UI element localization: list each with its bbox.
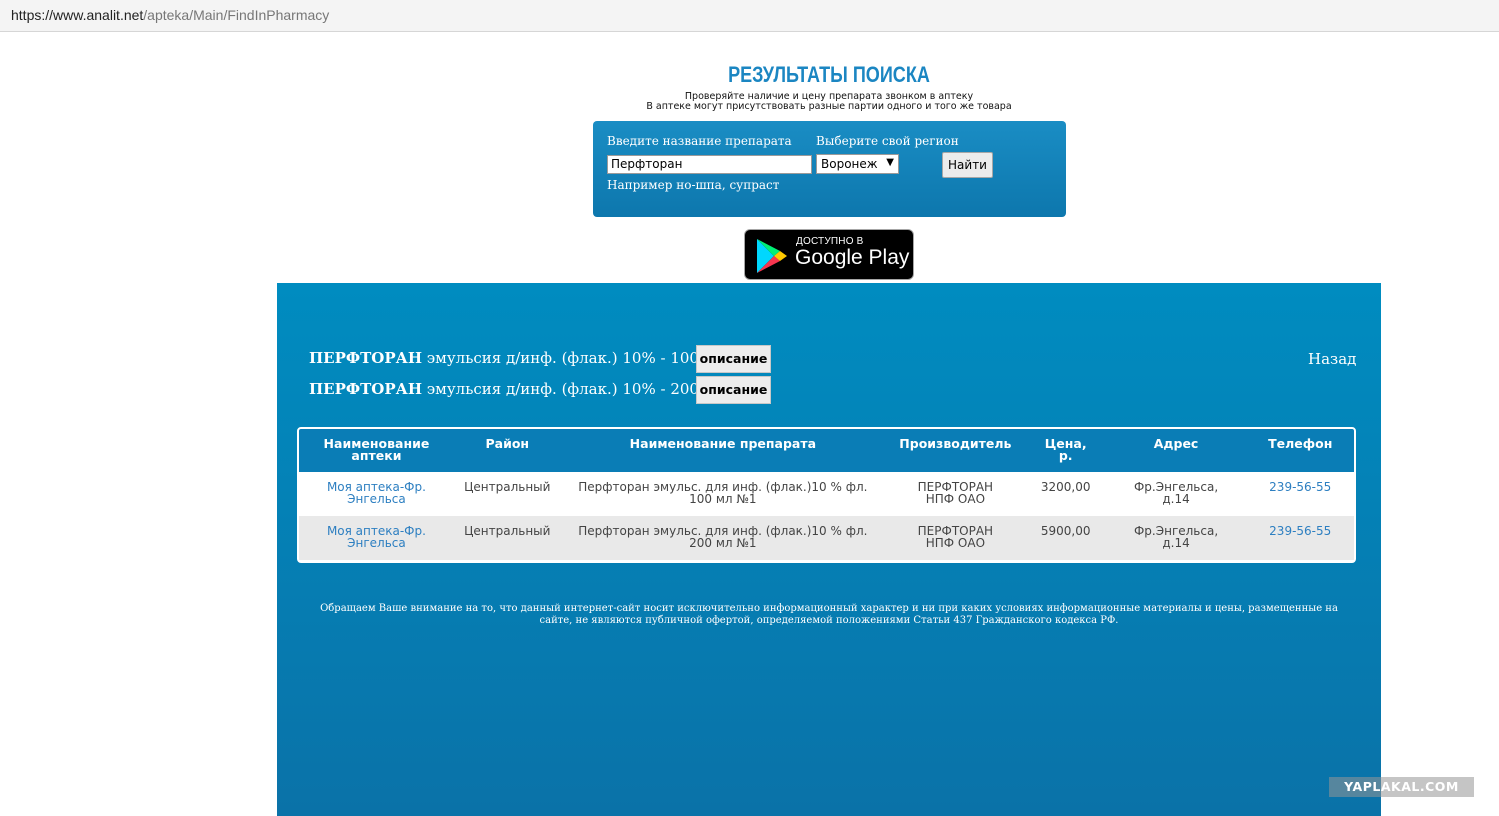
column-header-pharmacy[interactable]: Наименование аптеки [299,429,454,472]
dropdown-arrow-icon: ▼ [886,157,894,168]
manufacturer-cell: ПЕРФТОРАН НПФ ОАО [917,524,994,550]
pharmacy-name-link[interactable]: Моя аптека-Фр. Энгельса [299,472,454,516]
page-title: РЕЗУЛЬТАТЫ ПОИСКА [728,62,930,87]
legal-disclaimer: Обращаем Ваше внимание на то, что данный… [320,603,1338,626]
manufacturer-cell: ПЕРФТОРАН НПФ ОАО [917,480,994,506]
column-header-price[interactable]: Цена, р. [1026,429,1106,472]
url-path: /apteka/Main/FindInPharmacy [143,7,330,23]
find-button[interactable]: Найти [942,152,993,178]
table-header-row: Наименование аптеки Район Наименование п… [299,429,1354,472]
district-cell: Центральный [464,480,551,494]
drug-name-input[interactable]: Перфторан [607,155,812,174]
product-line: ПЕРФТОРАН эмульсия д/инф. (флак.) 10% - … [309,349,752,367]
google-play-badge[interactable]: ДОСТУПНО В Google Play [744,229,914,280]
subtitle-batch-note: В аптеке могут присутствовать разные пар… [646,101,1012,112]
drug-name-cell: Перфторан эмульс. для инф. (флак.)10 % ф… [578,524,868,550]
product-name: ПЕРФТОРАН [309,380,423,398]
drug-name-label: Введите название препарата [607,134,792,148]
drug-name-cell: Перфторан эмульс. для инф. (флак.)10 % ф… [578,480,868,506]
district-cell: Центральный [464,524,551,538]
product-line: ПЕРФТОРАН эмульсия д/инф. (флак.) 10% - … [309,380,752,398]
results-panel: ПЕРФТОРАН эмульсия д/инф. (флак.) 10% - … [277,283,1381,816]
product-name: ПЕРФТОРАН [309,349,423,367]
back-link[interactable]: Назад [1308,350,1356,368]
table-row: Моя аптека-Фр. Энгельса Центральный Перф… [299,472,1354,516]
watermark-logo: YAPLAKAL.COM [1329,777,1474,797]
phone-link[interactable]: 239-56-55 [1246,516,1354,560]
region-selected-value: Воронеж [821,157,878,171]
pharmacy-name-link[interactable]: Моя аптека-Фр. Энгельса [299,516,454,560]
browser-address-bar[interactable]: https://www.analit.net/apteka/Main/FindI… [0,0,1499,32]
address-cell: Фр.Энгельса, д.14 [1133,524,1219,550]
pharmacy-results-table: Наименование аптеки Район Наименование п… [297,427,1356,563]
column-header-district[interactable]: Район [454,429,561,472]
google-play-icon [757,239,787,273]
column-header-drug[interactable]: Наименование препарата [561,429,885,472]
url-host: https://www.analit.net [11,7,144,23]
column-header-address[interactable]: Адрес [1106,429,1247,472]
google-play-big-text: Google Play [795,246,910,269]
phone-link[interactable]: 239-56-55 [1246,472,1354,516]
price-cell: 3200,00 [1040,480,1091,494]
column-header-manufacturer[interactable]: Производитель [885,429,1026,472]
table-row: Моя аптека-Фр. Энгельса Центральный Перф… [299,516,1354,560]
region-select[interactable]: Воронеж ▼ [816,154,899,174]
search-example-hint: Например но-шпа, супраст [607,178,780,192]
region-label: Выберите свой регион [816,134,959,148]
column-header-phone[interactable]: Телефон [1246,429,1354,472]
search-form: Введите название препарата Выберите свой… [593,121,1066,217]
price-cell: 5900,00 [1040,524,1091,538]
url-text[interactable]: https://www.analit.net/apteka/Main/FindI… [11,7,329,23]
address-cell: Фр.Энгельса, д.14 [1133,480,1219,506]
description-button[interactable]: описание [696,345,771,373]
description-button[interactable]: описание [696,376,771,404]
